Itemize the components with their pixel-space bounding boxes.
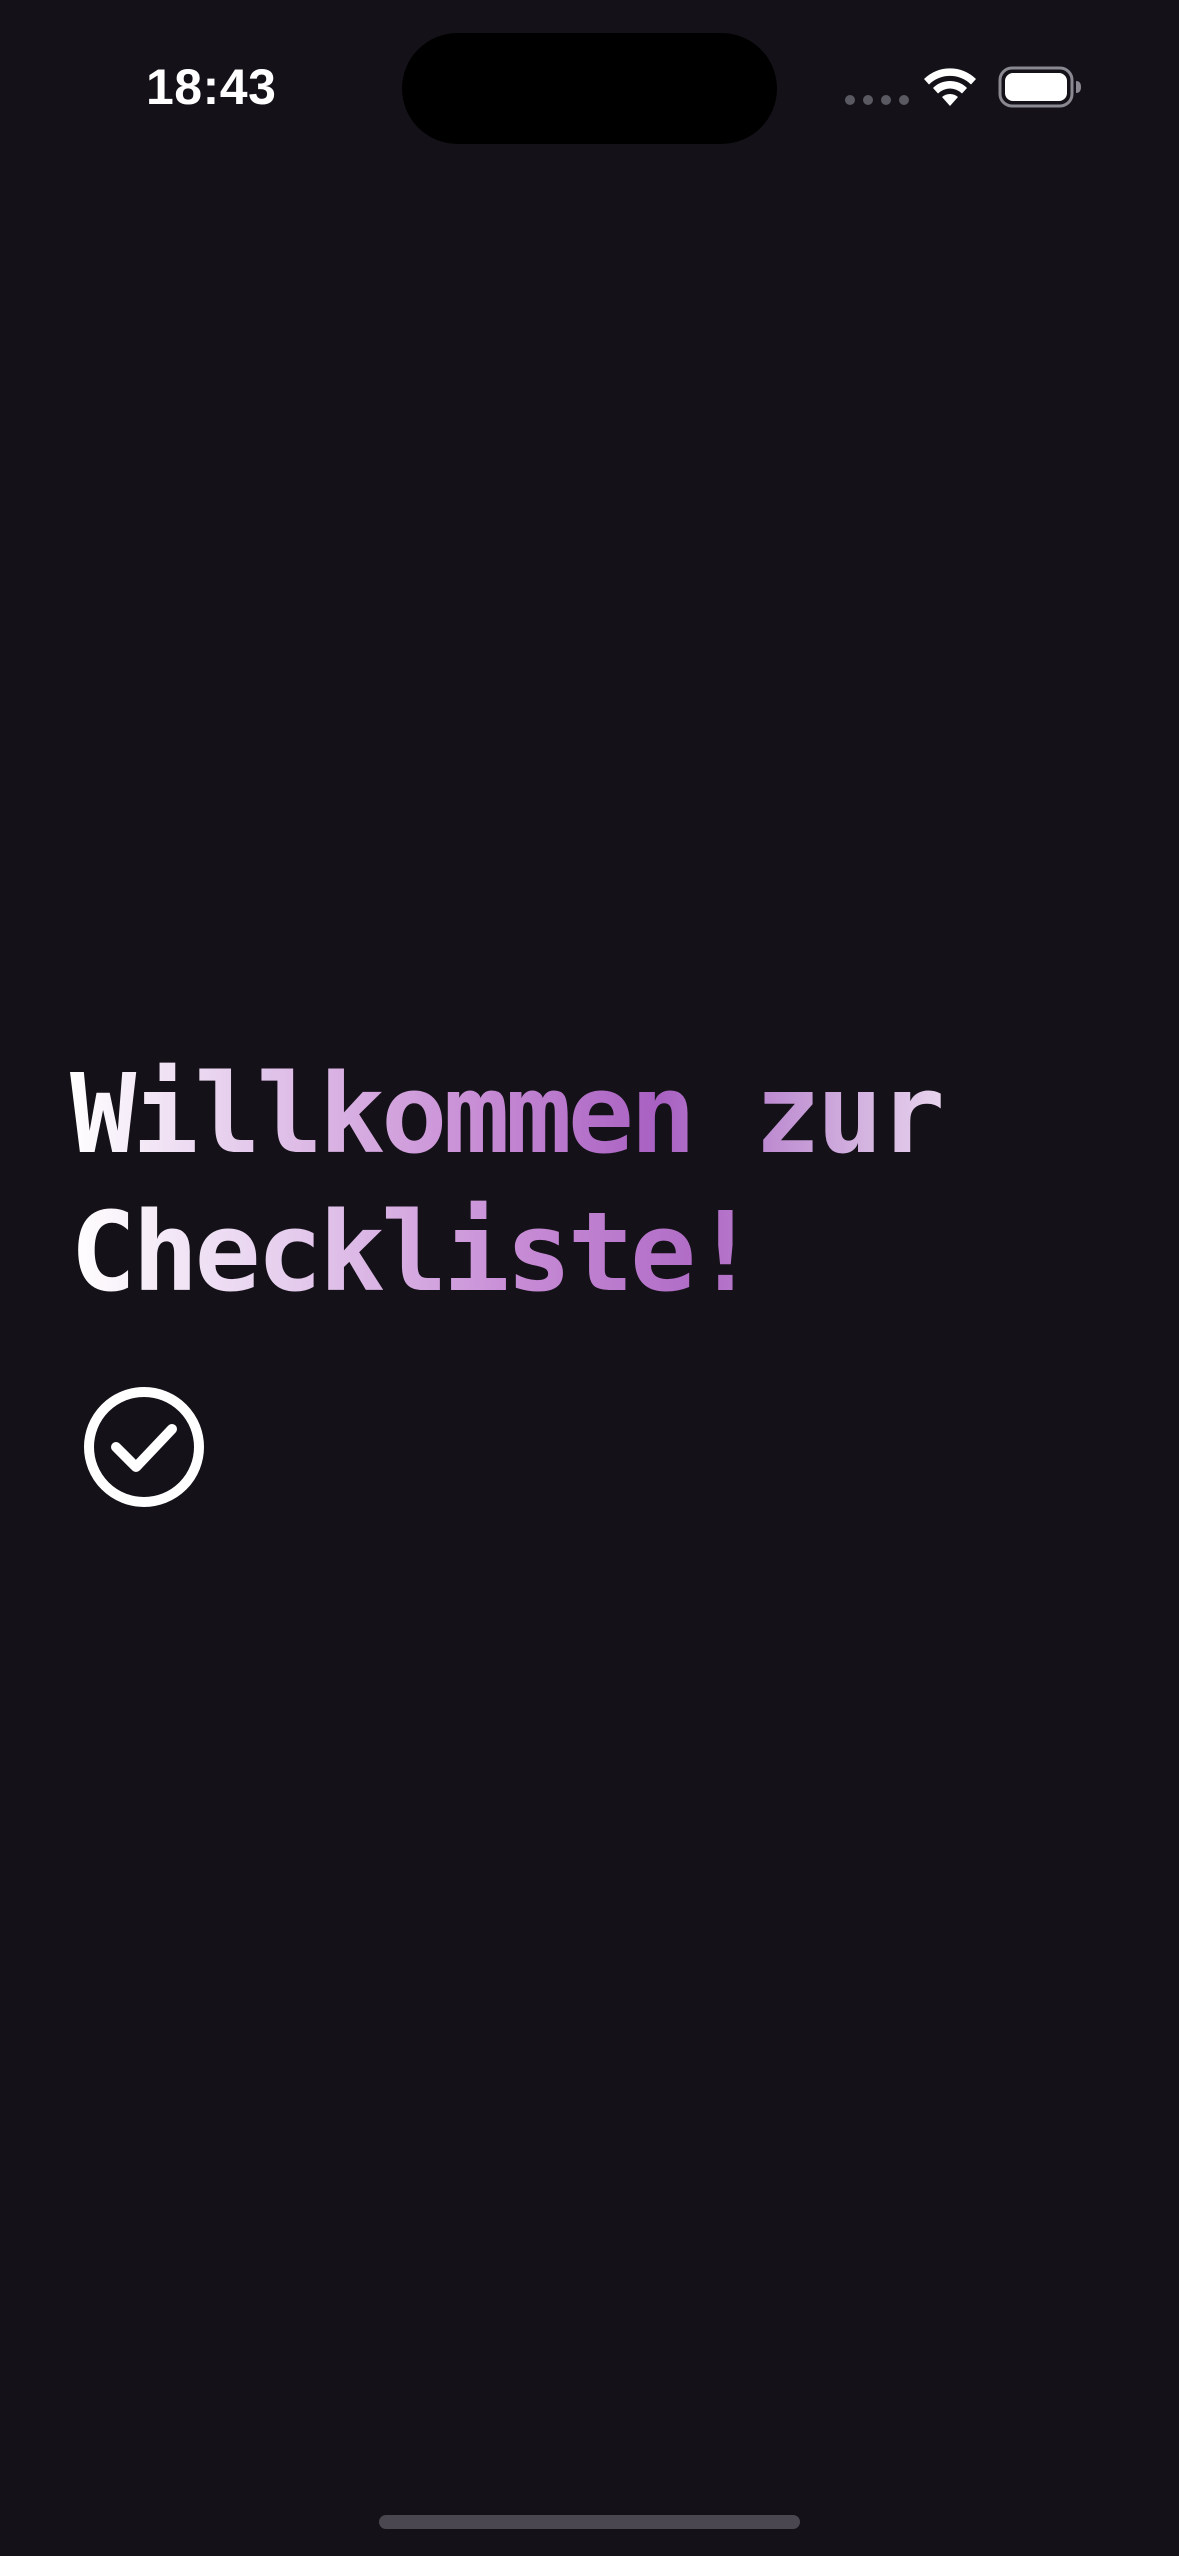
- welcome-title-line-1: Willkommen zur: [70, 1045, 1120, 1183]
- wifi-icon: [924, 68, 976, 106]
- battery-icon: [998, 66, 1081, 108]
- cellular-signal-icon: [845, 95, 909, 105]
- home-indicator[interactable]: [379, 2515, 800, 2529]
- check-circle-icon[interactable]: [82, 1385, 206, 1509]
- welcome-title-line-2: Checkliste!: [70, 1183, 1120, 1321]
- dynamic-island: [402, 33, 777, 144]
- welcome-title: Willkommen zur Checkliste!: [70, 1045, 1120, 1321]
- welcome-screen: 18:43 Willkommen zur Checkliste!: [0, 0, 1179, 2556]
- status-time: 18:43: [146, 59, 277, 115]
